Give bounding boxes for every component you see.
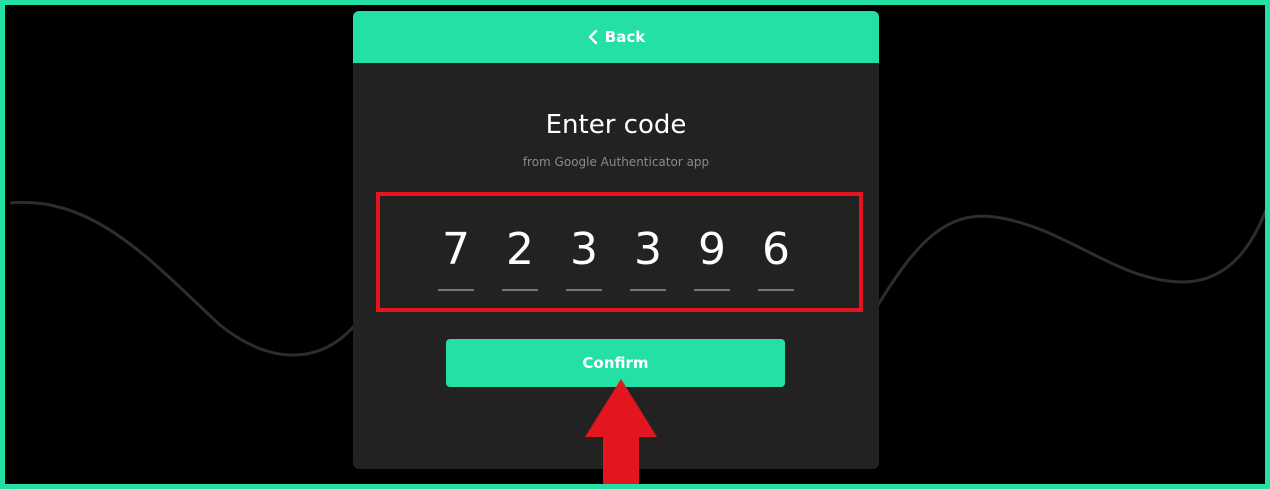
page-subtitle: from Google Authenticator app — [522, 155, 710, 169]
code-digit-input-2[interactable]: 2 — [502, 223, 538, 291]
confirm-button-label: Confirm — [582, 354, 649, 372]
back-button[interactable]: Back — [353, 11, 879, 63]
back-button-label: Back — [604, 28, 646, 46]
code-digit-input-6[interactable]: 6 — [758, 223, 794, 291]
screenshot-frame: Back Enter code from Google Authenticato… — [0, 0, 1270, 489]
code-input-group: 7 2 3 3 9 6 — [438, 223, 794, 293]
code-digit-input-3[interactable]: 3 — [566, 223, 602, 291]
code-digit-input-1[interactable]: 7 — [438, 223, 474, 291]
chevron-left-icon — [588, 29, 597, 45]
up-arrow-icon — [585, 379, 657, 484]
code-digit-input-5[interactable]: 9 — [694, 223, 730, 291]
code-digit-input-4[interactable]: 3 — [630, 223, 666, 291]
page-title: Enter code — [545, 110, 687, 140]
